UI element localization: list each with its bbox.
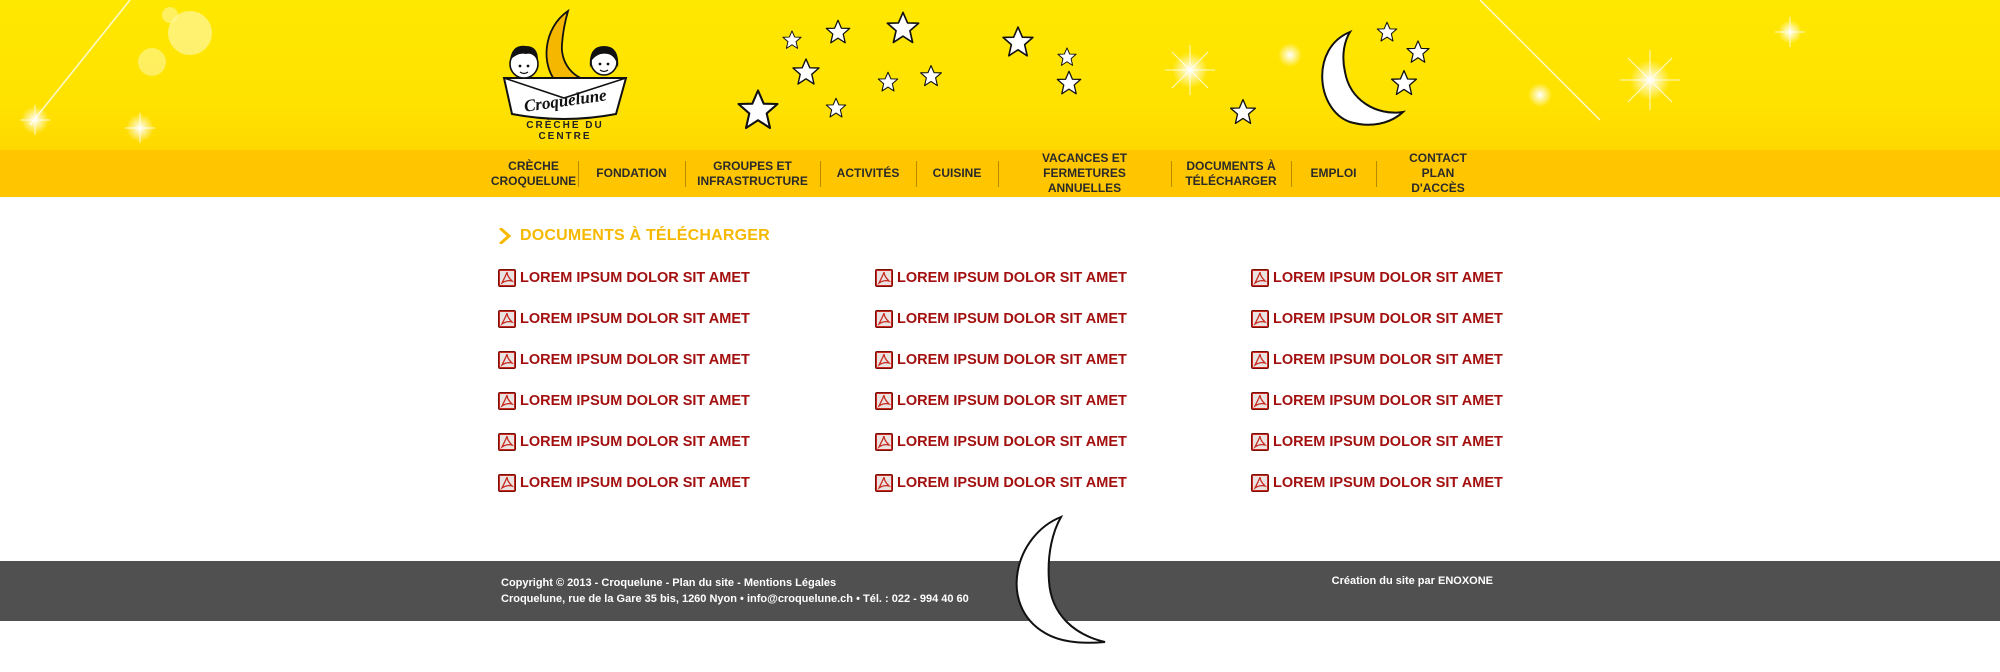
document-link[interactable]: LOREM IPSUM DOLOR SIT AMET (875, 309, 1127, 329)
document-label: LOREM IPSUM DOLOR SIT AMET (1273, 352, 1503, 368)
nav-item-cuisine[interactable]: CUISINE (916, 150, 998, 197)
moon-icon (1321, 29, 1407, 126)
pdf-icon (875, 310, 893, 328)
nav-list: CRÈCHE CROQUELUNE FONDATION GROUPES ET I… (489, 150, 1500, 197)
document-label: LOREM IPSUM DOLOR SIT AMET (897, 352, 1127, 368)
pdf-icon (498, 392, 516, 410)
site-footer: Copyright © 2013 - Croquelune - Plan du … (0, 561, 2000, 621)
pdf-icon (875, 351, 893, 369)
nav-item-documents[interactable]: DOCUMENTS À TÉLÉCHARGER (1171, 150, 1291, 197)
pdf-icon (1251, 310, 1269, 328)
pdf-icon (875, 392, 893, 410)
document-link[interactable]: LOREM IPSUM DOLOR SIT AMET (875, 391, 1127, 411)
document-link[interactable]: LOREM IPSUM DOLOR SIT AMET (875, 432, 1127, 452)
nav-item-label: CRÈCHE CROQUELUNE (490, 158, 577, 188)
document-label: LOREM IPSUM DOLOR SIT AMET (520, 475, 750, 491)
page-title: DOCUMENTS À TÉLÉCHARGER (498, 224, 770, 248)
pdf-icon (875, 269, 893, 287)
nav-item-contact[interactable]: CONTACT PLAN D'ACCÈS (1376, 150, 1500, 197)
pdf-icon (1251, 433, 1269, 451)
legal-link[interactable]: Mentions Légales (744, 577, 836, 589)
document-link[interactable]: LOREM IPSUM DOLOR SIT AMET (1251, 268, 1503, 288)
nav-item-label: FONDATION (596, 166, 667, 180)
document-label: LOREM IPSUM DOLOR SIT AMET (520, 352, 750, 368)
header-decoration (20, 0, 1805, 143)
site-header: Croquelune CRÈCHE DU CENTRE (0, 0, 2000, 150)
nav-item-emploi[interactable]: EMPLOI (1291, 150, 1376, 197)
document-link[interactable]: LOREM IPSUM DOLOR SIT AMET (498, 391, 750, 411)
document-label: LOREM IPSUM DOLOR SIT AMET (897, 393, 1127, 409)
pdf-icon (498, 433, 516, 451)
document-link[interactable]: LOREM IPSUM DOLOR SIT AMET (1251, 350, 1503, 370)
document-label: LOREM IPSUM DOLOR SIT AMET (520, 311, 750, 327)
document-label: LOREM IPSUM DOLOR SIT AMET (520, 270, 750, 286)
separator: - (662, 577, 673, 589)
sparkle-icon (1528, 83, 1552, 107)
document-link[interactable]: LOREM IPSUM DOLOR SIT AMET (1251, 391, 1503, 411)
document-link[interactable]: LOREM IPSUM DOLOR SIT AMET (498, 473, 750, 493)
document-link[interactable]: LOREM IPSUM DOLOR SIT AMET (875, 268, 1127, 288)
document-link[interactable]: LOREM IPSUM DOLOR SIT AMET (1251, 473, 1503, 493)
moon-icon (1015, 515, 1106, 644)
document-label: LOREM IPSUM DOLOR SIT AMET (1273, 270, 1503, 286)
sitemap-link[interactable]: Plan du site (672, 577, 734, 589)
nav-item-activites[interactable]: ACTIVITÉS (820, 150, 916, 197)
document-link[interactable]: LOREM IPSUM DOLOR SIT AMET (498, 268, 750, 288)
document-link[interactable]: LOREM IPSUM DOLOR SIT AMET (1251, 309, 1503, 329)
document-label: LOREM IPSUM DOLOR SIT AMET (1273, 311, 1503, 327)
separator: - (734, 577, 744, 589)
address-text: Croquelune, rue de la Gare 35 bis, 1260 … (501, 593, 747, 605)
nav-item-label: ACTIVITÉS (836, 166, 900, 180)
pdf-icon (1251, 392, 1269, 410)
email-link[interactable]: info@croquelune.ch (747, 593, 853, 605)
nav-item-vacances[interactable]: VACANCES ET FERMETURES ANNUELLES (998, 150, 1171, 197)
document-label: LOREM IPSUM DOLOR SIT AMET (520, 434, 750, 450)
document-label: LOREM IPSUM DOLOR SIT AMET (897, 311, 1127, 327)
pdf-icon (1251, 269, 1269, 287)
nav-item-creche[interactable]: CRÈCHE CROQUELUNE (489, 150, 578, 197)
nav-item-label: GROUPES ET INFRASTRUCTURE (697, 158, 808, 188)
nav-item-label: EMPLOI (1310, 166, 1357, 180)
nav-item-fondation[interactable]: FONDATION (578, 150, 685, 197)
page-title-text: DOCUMENTS À TÉLÉCHARGER (520, 227, 770, 244)
document-link[interactable]: LOREM IPSUM DOLOR SIT AMET (498, 350, 750, 370)
nav-item-label: CONTACT PLAN D'ACCÈS (1409, 151, 1467, 195)
phone-text: • Tél. : 022 - 994 40 60 (853, 593, 969, 605)
document-link[interactable]: LOREM IPSUM DOLOR SIT AMET (1251, 432, 1503, 452)
nav-item-label: VACANCES ET FERMETURES ANNUELLES (1041, 151, 1128, 195)
main-navigation: CRÈCHE CROQUELUNE FONDATION GROUPES ET I… (0, 150, 2000, 197)
pdf-icon (875, 474, 893, 492)
pdf-icon (498, 351, 516, 369)
sparkle-icon (1278, 43, 1302, 67)
pdf-icon (1251, 351, 1269, 369)
copyright-text: Copyright © 2013 - Croquelune (501, 577, 663, 589)
bubble-icon (138, 48, 166, 76)
document-label: LOREM IPSUM DOLOR SIT AMET (520, 393, 750, 409)
pdf-icon (875, 433, 893, 451)
bubble-icon (162, 7, 178, 23)
nav-item-label: CUISINE (932, 166, 982, 180)
document-label: LOREM IPSUM DOLOR SIT AMET (897, 434, 1127, 450)
document-link[interactable]: LOREM IPSUM DOLOR SIT AMET (498, 432, 750, 452)
document-link[interactable]: LOREM IPSUM DOLOR SIT AMET (875, 350, 1127, 370)
nav-item-label: DOCUMENTS À TÉLÉCHARGER (1185, 158, 1277, 188)
pdf-icon (1251, 474, 1269, 492)
chevron-right-icon (499, 228, 512, 244)
document-label: LOREM IPSUM DOLOR SIT AMET (897, 475, 1127, 491)
credit-link[interactable]: Création du site par ENOXONE (1332, 575, 1493, 587)
document-label: LOREM IPSUM DOLOR SIT AMET (1273, 475, 1503, 491)
pdf-icon (498, 310, 516, 328)
logo-tagline: CRÈCHE DU CENTRE (526, 120, 604, 142)
pdf-icon (498, 269, 516, 287)
pdf-icon (498, 474, 516, 492)
document-label: LOREM IPSUM DOLOR SIT AMET (1273, 434, 1503, 450)
footer-info: Copyright © 2013 - Croquelune - Plan du … (501, 575, 969, 607)
document-link[interactable]: LOREM IPSUM DOLOR SIT AMET (498, 309, 750, 329)
document-link[interactable]: LOREM IPSUM DOLOR SIT AMET (875, 473, 1127, 493)
nav-item-groupes[interactable]: GROUPES ET INFRASTRUCTURE (685, 150, 820, 197)
document-label: LOREM IPSUM DOLOR SIT AMET (897, 270, 1127, 286)
croquelune-logo[interactable]: Croquelune (498, 6, 632, 134)
document-label: LOREM IPSUM DOLOR SIT AMET (1273, 393, 1503, 409)
